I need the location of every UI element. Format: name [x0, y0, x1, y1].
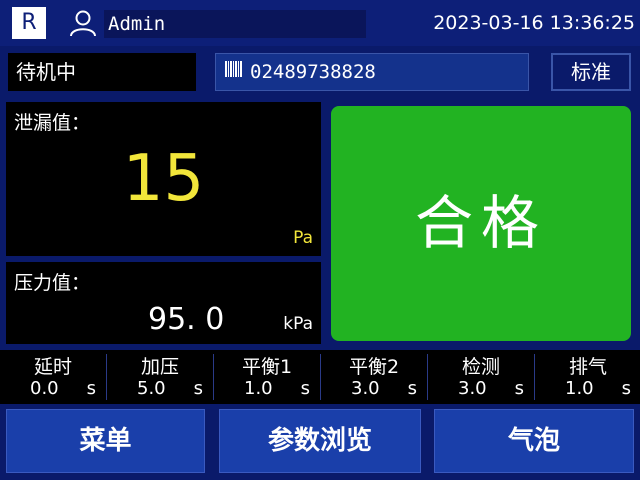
param-value: 3.0 — [351, 378, 380, 399]
leak-panel: 泄漏值： 15 Pa — [6, 102, 321, 256]
barcode-icon — [224, 55, 244, 91]
param-balance2: 平衡2 3.0 s — [321, 350, 427, 404]
mode-button[interactable]: 标准 — [551, 53, 631, 91]
leak-label: 泄漏值： — [14, 112, 91, 134]
params-strip: 延时 0.0 s 加压 5.0 s 平衡1 1.0 s 平衡2 3.0 s 检测… — [0, 350, 640, 404]
param-value: 1.0 — [244, 378, 273, 399]
param-pressurize: 加压 5.0 s — [107, 350, 213, 404]
barcode-value: 02489738828 — [250, 61, 376, 83]
param-unit: s — [86, 378, 96, 399]
param-delay: 延时 0.0 s — [0, 350, 106, 404]
param-label: 平衡1 — [241, 356, 293, 378]
param-unit: s — [300, 378, 310, 399]
param-label: 排气 — [568, 356, 607, 378]
pressure-unit: kPa — [283, 314, 313, 334]
param-exhaust: 排气 1.0 s — [535, 350, 640, 404]
result-indicator: 合格 — [331, 106, 631, 341]
pressure-panel: 压力值： 95. 0 kPa — [6, 262, 321, 344]
param-label: 检测 — [461, 356, 500, 378]
barcode-field[interactable]: 02489738828 — [215, 53, 529, 91]
param-value: 5.0 — [137, 378, 166, 399]
param-browse-button[interactable]: 参数浏览 — [219, 409, 421, 473]
param-label: 加压 — [140, 356, 179, 378]
param-value: 0.0 — [30, 378, 59, 399]
param-value: 1.0 — [565, 378, 594, 399]
datetime: 2023-03-16 13:36:25 — [433, 12, 635, 34]
param-unit: s — [621, 378, 631, 399]
leak-unit: Pa — [293, 228, 313, 248]
param-value: 3.0 — [458, 378, 487, 399]
param-label: 平衡2 — [348, 356, 400, 378]
param-balance1: 平衡1 1.0 s — [214, 350, 320, 404]
pressure-value: 95. 0 — [148, 302, 225, 337]
header-bar: R Admin 2023-03-16 13:36:25 — [0, 0, 640, 46]
menu-button[interactable]: 菜单 — [6, 409, 205, 473]
leak-value: 15 — [122, 142, 205, 216]
param-unit: s — [193, 378, 203, 399]
param-label: 延时 — [33, 356, 72, 378]
user-icon[interactable] — [68, 9, 98, 37]
user-name[interactable]: Admin — [104, 10, 366, 38]
pressure-label: 压力值： — [14, 272, 91, 294]
logo: R — [12, 7, 46, 39]
param-detect: 检测 3.0 s — [428, 350, 534, 404]
bubble-button[interactable]: 气泡 — [434, 409, 634, 473]
param-unit: s — [514, 378, 524, 399]
param-unit: s — [407, 378, 417, 399]
status-text: 待机中 — [8, 53, 196, 91]
